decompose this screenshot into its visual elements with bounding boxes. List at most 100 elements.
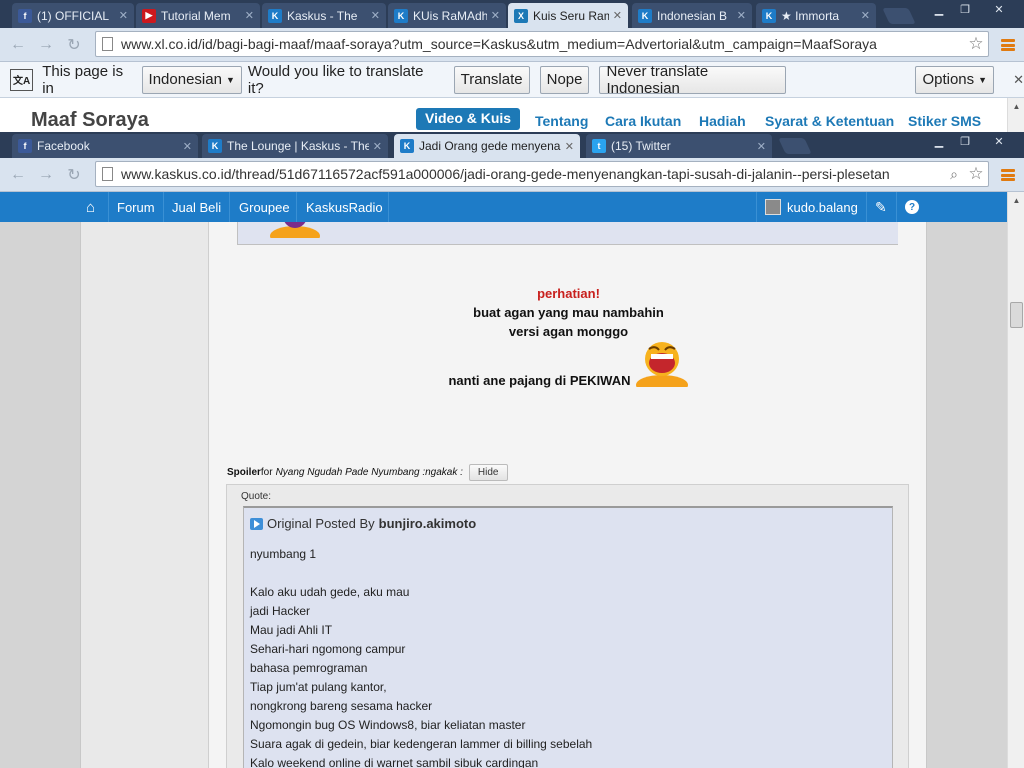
spoiler-for: for (260, 467, 273, 478)
bookmark-star-icon[interactable]: ☆ (964, 164, 988, 184)
close-icon[interactable]: ✕ (1013, 72, 1024, 88)
close-icon[interactable]: ✕ (757, 140, 766, 153)
back-arrow-icon[interactable]: ← (8, 165, 28, 185)
options-button[interactable]: Options ▼ (915, 65, 995, 94)
close-icon[interactable]: ✕ (245, 9, 254, 22)
tab-the-lounge-kaskus[interactable]: K The Lounge | Kaskus - The ✕ (202, 134, 388, 158)
twitter-icon: t (592, 139, 606, 153)
back-arrow-icon[interactable]: ← (8, 35, 28, 55)
back-window-scrollbar[interactable]: ▲ (1007, 98, 1024, 132)
post-line-3-row: nanti ane pajang di PEKIWAN (209, 341, 928, 395)
search-icon[interactable]: ⌕ (944, 166, 964, 183)
close-icon[interactable]: ✕ (491, 9, 500, 22)
nav-video-kuis[interactable]: Video & Kuis (416, 108, 521, 130)
tab-immortal[interactable]: K ★ Immorta ✕ (756, 3, 876, 28)
ngakak-emoticon-icon (635, 341, 689, 395)
nav-groupee[interactable]: Groupee (239, 192, 290, 222)
forward-arrow-icon[interactable]: → (36, 35, 56, 55)
tab-jadi-orang-gede[interactable]: K Jadi Orang gede menyenang ✕ (394, 134, 580, 158)
username: kudo.balang (787, 199, 858, 215)
bookmark-star-icon[interactable]: ☆ (964, 34, 988, 54)
tab-label: KUis RaMAdh (413, 8, 487, 23)
close-icon[interactable]: ✕ (183, 140, 192, 153)
translate-question: Would you like to translate it? (247, 62, 424, 97)
language-select[interactable]: Indonesian ▼ (141, 65, 242, 94)
chevron-down-icon: ▼ (978, 74, 988, 85)
nav-tentang[interactable]: Tentang (535, 113, 588, 129)
page-icon (102, 167, 113, 181)
close-icon[interactable]: ✕ (371, 9, 380, 22)
nav-syarat-ketentuan[interactable]: Syarat & Ketentuan (765, 113, 894, 129)
scroll-thumb[interactable] (1010, 302, 1023, 328)
youtube-icon: ▶ (142, 8, 156, 23)
quote-line: nongkrong bareng sesama hacker (250, 699, 433, 713)
tab-facebook-official[interactable]: f (1) OFFICIAL ✕ (12, 3, 134, 28)
nav-jual-beli[interactable]: Jual Beli (172, 192, 221, 222)
chrome-menu-icon[interactable] (1000, 167, 1016, 183)
nav-forum[interactable]: Forum (117, 192, 155, 222)
translate-prefix: This page is in (42, 62, 124, 97)
minimize-icon[interactable]: ▁ (926, 0, 952, 18)
kaskus-icon: K (400, 139, 414, 153)
address-bar[interactable]: www.xl.co.id/id/bagi-bagi-maaf/maaf-sora… (95, 31, 989, 57)
minimize-icon[interactable]: ▁ (926, 132, 952, 150)
tab-kuis-ramadhan[interactable]: K KUis RaMAdh ✕ (388, 3, 506, 28)
tab-indonesian[interactable]: K Indonesian B ✕ (632, 3, 752, 28)
tab-youtube-tutorial[interactable]: ▶ Tutorial Mem ✕ (136, 3, 260, 28)
home-icon[interactable]: ⌂ (86, 192, 95, 222)
maximize-icon[interactable]: ❐ (952, 132, 978, 150)
close-icon[interactable]: ✕ (119, 9, 128, 22)
reload-icon[interactable]: ↻ (64, 165, 84, 185)
nav-kaskusradio[interactable]: KaskusRadio (306, 192, 383, 222)
tab-label: Jadi Orang gede menyenang (419, 139, 561, 153)
maximize-icon[interactable]: ❐ (952, 0, 978, 18)
view-post-arrow-icon[interactable] (250, 517, 263, 530)
nav-cara-ikutan[interactable]: Cara Ikutan (605, 113, 681, 129)
page-scrollbar[interactable]: ▲ (1007, 192, 1024, 768)
tab-label: Kuis Seru Ram (533, 8, 609, 23)
window-controls: ▁ ❐ ✕ (926, 0, 1020, 18)
close-icon[interactable]: ✕ (373, 140, 382, 153)
tab-label: Facebook (37, 139, 90, 153)
never-translate-button[interactable]: Never translate Indonesian (599, 63, 787, 97)
post-line-3: nanti ane pajang di PEKIWAN (448, 373, 631, 388)
close-icon[interactable]: ✕ (737, 9, 746, 22)
kaskus-icon: K (394, 8, 408, 23)
nav-stiker-sms[interactable]: Stiker SMS (908, 113, 981, 129)
chrome-menu-icon[interactable] (1000, 37, 1016, 53)
tab-facebook[interactable]: f Facebook ✕ (12, 134, 198, 158)
scroll-up-icon[interactable]: ▲ (1008, 192, 1024, 208)
nav-hadiah[interactable]: Hadiah (699, 113, 746, 129)
kaskus-navbar: ⌂ Forum Jual Beli Groupee KaskusRadio ku… (0, 192, 1007, 222)
forward-arrow-icon[interactable]: → (36, 165, 56, 185)
close-window-icon[interactable]: ✕ (978, 132, 1020, 150)
quote-line: Suara agak di gedein, biar kedengeran la… (250, 737, 593, 751)
smiley-emoticon-icon (270, 222, 320, 238)
nope-button[interactable]: Nope (539, 65, 590, 94)
scroll-up-icon[interactable]: ▲ (1008, 98, 1024, 114)
nav-divider (163, 192, 164, 222)
help-icon[interactable]: ? (905, 192, 919, 222)
hide-spoiler-button[interactable]: Hide (468, 464, 508, 481)
window-controls: ▁ ❐ ✕ (926, 132, 1020, 150)
close-icon[interactable]: ✕ (565, 140, 574, 153)
close-icon[interactable]: ✕ (613, 9, 622, 22)
tab-kaskus-the[interactable]: K Kaskus - The ✕ (262, 3, 386, 28)
nav-divider (296, 192, 297, 222)
address-bar[interactable]: www.kaskus.co.id/thread/51d67116572acf59… (95, 161, 989, 187)
pencil-icon[interactable]: ✎ (875, 192, 887, 222)
tab-label: (15) Twitter (611, 139, 671, 153)
user-menu[interactable]: kudo.balang (765, 192, 858, 222)
close-window-icon[interactable]: ✕ (978, 0, 1020, 18)
close-icon[interactable]: ✕ (861, 9, 870, 22)
tab-kuis-seru-ramadhan[interactable]: X Kuis Seru Ram ✕ (508, 3, 628, 28)
translate-button[interactable]: Translate (453, 65, 530, 94)
tab-label: Tutorial Mem (161, 8, 231, 23)
reload-icon[interactable]: ↻ (64, 35, 84, 55)
kaskus-icon: K (762, 8, 776, 23)
new-tab-button[interactable] (882, 8, 916, 24)
tab-twitter[interactable]: t (15) Twitter ✕ (586, 134, 772, 158)
new-tab-button[interactable] (778, 138, 812, 154)
nav-divider (896, 192, 897, 222)
quote-author[interactable]: bunjiro.akimoto (379, 516, 477, 531)
